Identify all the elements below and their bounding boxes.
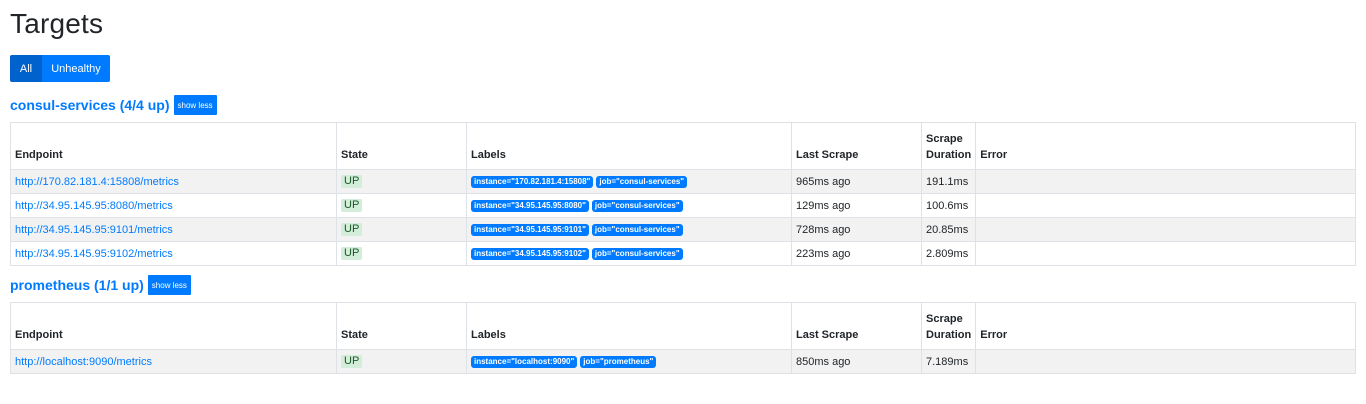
scrape-duration-line-1: Scrape	[926, 313, 963, 325]
label-badge-job: job="consul-services"	[591, 224, 683, 236]
column-header-scrape-duration: Scrape Duration	[920, 122, 977, 170]
endpoint-cell: http://34.95.145.95:9102/metrics	[10, 241, 337, 266]
column-header-endpoint: Endpoint	[10, 122, 337, 170]
label-badge-instance: instance="localhost:9090"	[471, 356, 578, 368]
endpoint-link[interactable]: http://34.95.145.95:9102/metrics	[15, 248, 173, 260]
error-cell	[975, 241, 1356, 266]
column-header-error: Error	[975, 302, 1356, 350]
column-header-last-scrape: Last Scrape	[791, 122, 922, 170]
table-row: http://34.95.145.95:8080/metrics UP inst…	[10, 193, 1356, 218]
table-row: http://34.95.145.95:9102/metrics UP inst…	[10, 241, 1356, 266]
label-badge-instance: instance="34.95.145.95:9101"	[471, 224, 589, 236]
state-badge: UP	[341, 223, 363, 236]
show-less-button[interactable]: show less	[173, 95, 217, 115]
scrape-duration-line-1: Scrape	[926, 133, 963, 145]
table-row: http://34.95.145.95:9101/metrics UP inst…	[10, 217, 1356, 242]
endpoint-link[interactable]: http://localhost:9090/metrics	[15, 356, 152, 368]
scrape-duration-cell: 7.189ms	[920, 349, 977, 374]
scrape-duration-line-2: Duration	[926, 149, 972, 161]
label-badge-job: job="consul-services"	[591, 200, 683, 212]
job-header: consul-services (4/4 up) show less	[10, 94, 1356, 116]
label-badge-instance: instance="34.95.145.95:9102"	[471, 248, 589, 260]
job-header: prometheus (1/1 up) show less	[10, 274, 1356, 296]
job-section-consul-services: consul-services (4/4 up) show less Endpo…	[10, 94, 1356, 266]
job-section-prometheus: prometheus (1/1 up) show less Endpoint S…	[10, 274, 1356, 374]
targets-page: Targets All Unhealthy consul-services (4…	[0, 0, 1366, 374]
label-badge-job: job="consul-services"	[596, 176, 688, 188]
endpoint-link[interactable]: http://34.95.145.95:9101/metrics	[15, 224, 173, 236]
column-header-error: Error	[975, 122, 1356, 170]
state-cell: UP	[336, 169, 467, 194]
state-cell: UP	[336, 349, 467, 374]
column-header-scrape-duration: Scrape Duration	[920, 302, 977, 350]
show-less-button[interactable]: show less	[147, 275, 191, 295]
state-badge: UP	[341, 355, 363, 368]
endpoint-cell: http://34.95.145.95:9101/metrics	[10, 217, 337, 242]
labels-cell: instance="34.95.145.95:9102" job="consul-…	[466, 241, 792, 266]
error-cell	[975, 217, 1356, 242]
table-header-row: Endpoint State Labels Last Scrape Scrape…	[10, 122, 1356, 170]
scrape-duration-cell: 100.6ms	[920, 193, 977, 218]
label-badge-instance: instance="34.95.145.95:8080"	[471, 200, 589, 212]
endpoint-link[interactable]: http://34.95.145.95:8080/metrics	[15, 200, 173, 212]
labels-cell: instance="localhost:9090" job="prometheus…	[466, 349, 792, 374]
targets-table: Endpoint State Labels Last Scrape Scrape…	[10, 302, 1356, 374]
targets-table: Endpoint State Labels Last Scrape Scrape…	[10, 122, 1356, 266]
endpoint-cell: http://170.82.181.4:15808/metrics	[10, 169, 337, 194]
job-title-link[interactable]: prometheus (1/1 up)	[10, 277, 144, 293]
labels-cell: instance="34.95.145.95:9101" job="consul-…	[466, 217, 792, 242]
last-scrape-cell: 965ms ago	[791, 169, 922, 194]
filter-all-button[interactable]: All	[10, 55, 42, 82]
scrape-duration-cell: 20.85ms	[920, 217, 977, 242]
state-badge: UP	[341, 175, 363, 188]
page-title: Targets	[10, 8, 104, 39]
column-header-state: State	[336, 122, 467, 170]
error-cell	[975, 349, 1356, 374]
last-scrape-cell: 728ms ago	[791, 217, 922, 242]
job-title-link[interactable]: consul-services (4/4 up)	[10, 97, 170, 113]
table-row: http://170.82.181.4:15808/metrics UP ins…	[10, 169, 1356, 194]
column-header-labels: Labels	[466, 302, 792, 350]
column-header-endpoint: Endpoint	[10, 302, 337, 350]
state-badge: UP	[341, 247, 363, 260]
labels-cell: instance="34.95.145.95:8080" job="consul-…	[466, 193, 792, 218]
last-scrape-cell: 129ms ago	[791, 193, 922, 218]
scrape-duration-cell: 191.1ms	[920, 169, 977, 194]
column-header-labels: Labels	[466, 122, 792, 170]
last-scrape-cell: 223ms ago	[791, 241, 922, 266]
scrape-duration-line-2: Duration	[926, 329, 972, 341]
table-header-row: Endpoint State Labels Last Scrape Scrape…	[10, 302, 1356, 350]
state-cell: UP	[336, 241, 467, 266]
column-header-last-scrape: Last Scrape	[791, 302, 922, 350]
endpoint-cell: http://34.95.145.95:8080/metrics	[10, 193, 337, 218]
label-badge-job: job="consul-services"	[591, 248, 683, 260]
label-badge-job: job="prometheus"	[580, 356, 657, 368]
table-row: http://localhost:9090/metrics UP instanc…	[10, 349, 1356, 374]
scrape-duration-cell: 2.809ms	[920, 241, 977, 266]
last-scrape-cell: 850ms ago	[791, 349, 922, 374]
error-cell	[975, 169, 1356, 194]
column-header-state: State	[336, 302, 467, 350]
labels-cell: instance="170.82.181.4:15808" job="consul…	[466, 169, 792, 194]
endpoint-cell: http://localhost:9090/metrics	[10, 349, 337, 374]
state-cell: UP	[336, 217, 467, 242]
label-badge-instance: instance="170.82.181.4:15808"	[471, 176, 594, 188]
endpoint-link[interactable]: http://170.82.181.4:15808/metrics	[15, 176, 179, 188]
filter-unhealthy-button[interactable]: Unhealthy	[42, 55, 110, 82]
error-cell	[975, 193, 1356, 218]
filter-button-group: All Unhealthy	[10, 55, 1356, 82]
state-badge: UP	[341, 199, 363, 212]
state-cell: UP	[336, 193, 467, 218]
